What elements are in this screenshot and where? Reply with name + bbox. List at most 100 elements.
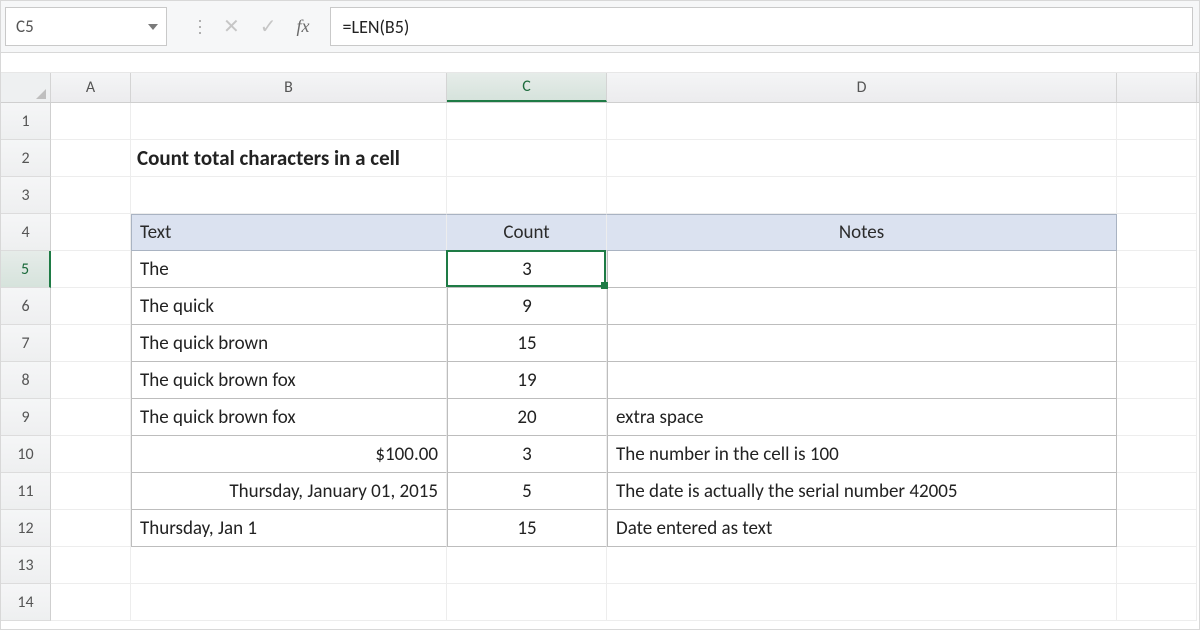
row-header-3[interactable]: 3	[1, 177, 51, 214]
cell[interactable]	[1117, 103, 1197, 140]
cell[interactable]	[607, 325, 1117, 362]
cell[interactable]	[607, 584, 1117, 621]
cell[interactable]	[1117, 140, 1197, 177]
cell[interactable]	[1117, 510, 1197, 547]
cell[interactable]	[51, 214, 131, 251]
cell[interactable]	[51, 399, 131, 436]
row-header-14[interactable]: 14	[1, 584, 51, 621]
cell[interactable]	[1117, 584, 1197, 621]
cell[interactable]: The quick brown fox	[131, 362, 447, 399]
row-2: 2 Count total characters in a cell	[1, 140, 1199, 177]
fx-icon[interactable]: fx	[297, 16, 310, 37]
cell[interactable]	[447, 547, 607, 584]
formula-input[interactable]: =LEN(B5)	[330, 7, 1193, 46]
cell[interactable]	[131, 584, 447, 621]
row-5: 5 The3	[1, 251, 1199, 288]
cell[interactable]	[51, 251, 131, 288]
cell[interactable]	[1117, 177, 1197, 214]
cell[interactable]	[607, 362, 1117, 399]
cell[interactable]: The	[131, 251, 447, 288]
cell[interactable]: The quick	[131, 288, 447, 325]
cell[interactable]: Text	[131, 214, 447, 251]
cell[interactable]: 20	[447, 399, 607, 436]
cell[interactable]	[607, 177, 1117, 214]
cell[interactable]	[447, 584, 607, 621]
cell[interactable]	[51, 436, 131, 473]
cell[interactable]: extra space	[607, 399, 1117, 436]
col-header-B[interactable]: B	[131, 73, 447, 102]
row-header-6[interactable]: 6	[1, 288, 51, 325]
cell[interactable]	[1117, 473, 1197, 510]
cell[interactable]	[51, 103, 131, 140]
cell[interactable]: $100.00	[131, 436, 447, 473]
row-header-9[interactable]: 9	[1, 399, 51, 436]
cell[interactable]	[1117, 362, 1197, 399]
col-header-C[interactable]: C	[447, 73, 607, 102]
cell[interactable]	[607, 251, 1117, 288]
row-header-11[interactable]: 11	[1, 473, 51, 510]
cell[interactable]: 15	[447, 510, 607, 547]
name-box[interactable]: C5	[5, 7, 167, 46]
cell[interactable]	[447, 103, 607, 140]
cell[interactable]: Thursday, January 01, 2015	[131, 473, 447, 510]
enter-icon[interactable]: ✓	[260, 14, 277, 39]
cell[interactable]	[51, 288, 131, 325]
row-header-7[interactable]: 7	[1, 325, 51, 362]
col-header-A[interactable]: A	[51, 73, 131, 102]
cell[interactable]: The quick brown	[131, 325, 447, 362]
cell[interactable]	[1117, 251, 1197, 288]
cell[interactable]	[447, 140, 607, 177]
select-all-corner[interactable]	[1, 73, 51, 102]
cell[interactable]: 3	[447, 436, 607, 473]
col-header-D[interactable]: D	[607, 73, 1117, 102]
cell[interactable]	[607, 140, 1117, 177]
cell[interactable]: 19	[447, 362, 607, 399]
cell[interactable]	[607, 103, 1117, 140]
row-header-10[interactable]: 10	[1, 436, 51, 473]
name-box-dropdown-icon[interactable]	[148, 24, 158, 30]
sheet-grid[interactable]: A B C D 12 Count total characters in a ce…	[1, 73, 1199, 621]
cell[interactable]: The date is actually the serial number 4…	[607, 473, 1117, 510]
cell[interactable]: Count total characters in a cell	[131, 140, 447, 177]
cell[interactable]: Notes	[607, 214, 1117, 251]
cell[interactable]	[51, 510, 131, 547]
col-header-extra[interactable]	[1117, 73, 1197, 102]
cell[interactable]: Date entered as text	[607, 510, 1117, 547]
row-header-2[interactable]: 2	[1, 140, 51, 177]
cell[interactable]	[607, 547, 1117, 584]
cell[interactable]	[1117, 214, 1197, 251]
cell[interactable]: 5	[447, 473, 607, 510]
cell[interactable]	[51, 325, 131, 362]
cell[interactable]	[1117, 436, 1197, 473]
row-header-8[interactable]: 8	[1, 362, 51, 399]
cell[interactable]	[1117, 288, 1197, 325]
cell[interactable]	[607, 288, 1117, 325]
cell[interactable]	[447, 177, 607, 214]
cancel-icon[interactable]: ✕	[223, 14, 240, 39]
cell[interactable]: 9	[447, 288, 607, 325]
row-header-13[interactable]: 13	[1, 547, 51, 584]
cell[interactable]: Count	[447, 214, 607, 251]
cell[interactable]	[51, 362, 131, 399]
cell[interactable]	[131, 177, 447, 214]
cell[interactable]: Thursday, Jan 1	[131, 510, 447, 547]
cell[interactable]	[1117, 325, 1197, 362]
cell[interactable]: The number in the cell is 100	[607, 436, 1117, 473]
row-header-4[interactable]: 4	[1, 214, 51, 251]
row-header-1[interactable]: 1	[1, 103, 51, 140]
cell[interactable]: 15	[447, 325, 607, 362]
cell[interactable]	[131, 103, 447, 140]
cell[interactable]	[1117, 547, 1197, 584]
cell[interactable]	[51, 584, 131, 621]
cell[interactable]	[51, 140, 131, 177]
row-header-12[interactable]: 12	[1, 510, 51, 547]
cell[interactable]: The quick brown fox	[131, 399, 447, 436]
cell[interactable]	[51, 473, 131, 510]
cell[interactable]	[51, 547, 131, 584]
cell[interactable]	[131, 547, 447, 584]
row-12: 12 Thursday, Jan 115Date entered as text	[1, 510, 1199, 547]
row-header-5[interactable]: 5	[1, 251, 51, 288]
cell[interactable]: 3	[447, 251, 607, 288]
cell[interactable]	[51, 177, 131, 214]
cell[interactable]	[1117, 399, 1197, 436]
